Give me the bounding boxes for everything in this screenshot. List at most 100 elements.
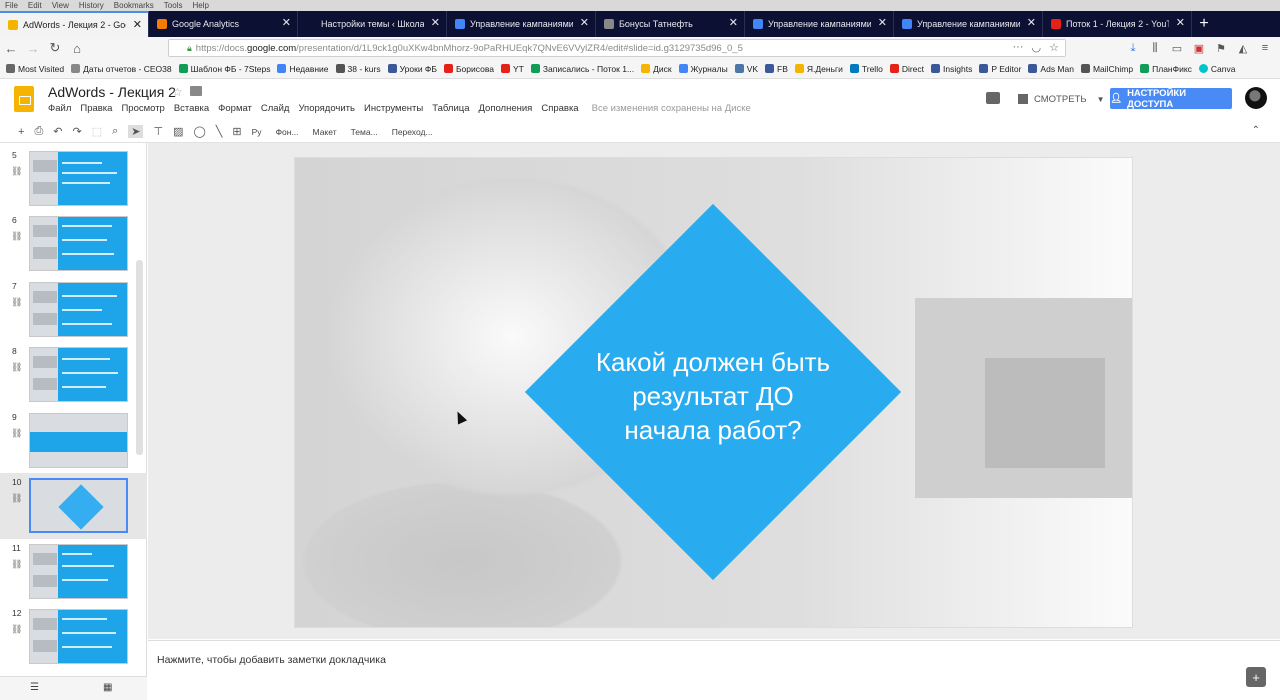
os-menu-bookmarks[interactable]: Bookmarks [109,0,159,11]
explore-icon[interactable]: + [1246,667,1266,687]
shape-icon[interactable]: ◯ [193,125,205,138]
browser-tab[interactable]: Google Analytics ✕ [149,11,298,37]
speaker-notes[interactable]: Нажмите, чтобы добавить заметки докладчи… [148,640,1280,700]
bookmark-item[interactable]: Insights [931,64,972,74]
menu-edit[interactable]: Правка [80,103,112,114]
slide-text[interactable]: Какой должен быть результат ДО начала ра… [560,345,866,447]
browser-tab[interactable]: Настройки темы ‹ Школа выжив ✕ [298,11,447,37]
reload-button[interactable]: ↻ [44,37,66,59]
address-bar[interactable]: 🔒︎ https://docs.google.com/presentation/… [168,39,1066,57]
bookmark-item[interactable]: 38 - kurs [335,64,381,74]
pocket-icon[interactable]: ◡ [1032,41,1042,54]
os-menu-view[interactable]: View [47,0,74,11]
theme-button[interactable]: Тема... [351,127,378,137]
library-icon[interactable]: ⫼ [1146,42,1164,55]
new-slide-icon[interactable]: + [18,126,24,138]
page-actions-icon[interactable]: ··· [1013,41,1024,54]
menu-insert[interactable]: Вставка [174,103,209,114]
menu-file[interactable]: Файл [48,103,71,114]
slide-thumbnail[interactable]: 7 ⛓︎ [0,277,147,343]
menu-tools[interactable]: Инструменты [364,103,423,114]
bookmark-item[interactable]: Canva [1198,64,1235,74]
menu-help[interactable]: Справка [541,103,578,114]
tab-close-icon[interactable]: ✕ [580,17,589,29]
menu-icon[interactable]: ≡ [1256,42,1274,54]
menu-arrange[interactable]: Упорядочить [298,103,355,114]
slide-thumbnail[interactable]: 9 ⛓︎ [0,408,147,474]
redo-icon[interactable]: ↷ [72,125,81,138]
filmstrip-scrollbar[interactable] [136,260,143,455]
input-tools[interactable]: Ру [252,127,262,137]
tab-close-icon[interactable]: ✕ [1027,17,1036,29]
forward-button[interactable]: → [22,37,44,59]
back-button[interactable]: ← [0,37,22,59]
bookmark-item[interactable]: Шаблон ФБ - 7Steps [178,64,270,74]
bookmark-item[interactable]: Я.Деньги [794,64,843,74]
bookmark-item[interactable]: Журналы [678,64,728,74]
home-button[interactable]: ⌂ [66,37,88,59]
extension-icon[interactable]: ▣ [1190,42,1208,55]
folder-icon[interactable] [190,86,202,96]
tab-close-icon[interactable]: ✕ [878,17,887,29]
menu-addons[interactable]: Дополнения [479,103,533,114]
zoom-icon[interactable]: ⌕ [112,125,118,138]
browser-tab[interactable]: Управление кампаниями – Go ✕ [745,11,894,37]
bookmark-item[interactable]: FB [765,64,788,74]
os-menu-edit[interactable]: Edit [23,0,47,11]
avatar[interactable] [1245,87,1267,109]
bookmark-item[interactable]: Борисова [443,64,494,74]
browser-tab[interactable]: Бонусы Татнефть ✕ [596,11,745,37]
download-icon[interactable]: ⤓ [1124,42,1142,55]
tab-close-icon[interactable]: ✕ [431,17,440,29]
bookmark-item[interactable]: Most Visited [6,64,64,74]
tab-close-icon[interactable]: ✕ [1176,17,1185,29]
os-menu-help[interactable]: Help [187,0,213,11]
list-view-icon[interactable]: ☰ [30,682,39,693]
bookmark-item[interactable]: MailChimp [1080,64,1133,74]
browser-tab[interactable]: Поток 1 - Лекция 2 - YouTube ✕ [1043,11,1192,37]
bookmark-item[interactable]: ПланФикс [1140,64,1192,74]
chevron-down-icon[interactable]: ▼ [1097,95,1105,104]
text-box-icon[interactable]: ⊤ [153,125,163,138]
menu-format[interactable]: Формат [218,103,252,114]
browser-tab[interactable]: Управление кампаниями – Go ✕ [447,11,596,37]
bookmark-item[interactable]: Уроки ФБ [387,64,437,74]
bookmark-item[interactable]: Недавние [277,64,329,74]
new-tab-button[interactable]: + [1192,11,1216,37]
os-menu-file[interactable]: File [0,0,23,11]
layout-button[interactable]: Макет [313,127,337,137]
bookmark-star-icon[interactable]: ☆ [1049,41,1059,54]
bookmark-item[interactable]: Direct [889,64,924,74]
document-title[interactable]: AdWords - Лекция 2 [48,84,176,100]
bookmark-item[interactable]: Записались - Поток 1... [530,64,634,74]
shield-icon[interactable]: ◭ [1234,42,1252,55]
grid-view-icon[interactable]: ▦ [103,682,112,693]
bookmark-item[interactable]: VK [734,64,758,74]
paint-format-icon[interactable]: ⬚ [92,125,102,138]
sidebar-icon[interactable]: ▭ [1168,42,1186,55]
tab-close-icon[interactable]: ✕ [133,19,142,31]
slide-thumbnail[interactable]: 8 ⛓︎ [0,342,147,408]
bookmark-item[interactable]: P Editor [979,64,1021,74]
present-button[interactable]: СМОТРЕТЬ ▼ [1018,89,1105,109]
bookmark-item[interactable]: Trello [849,64,883,74]
os-menu-history[interactable]: History [74,0,109,11]
slide-thumbnail[interactable]: 6 ⛓︎ [0,211,147,277]
slide-thumbnail[interactable]: 12 ⛓︎ [0,604,147,670]
slide-thumbnail[interactable]: 11 ⛓︎ [0,539,147,605]
browser-tab[interactable]: Управление кампаниями – Go ✕ [894,11,1043,37]
menu-slide[interactable]: Слайд [261,103,290,114]
background-button[interactable]: Фон... [276,127,299,137]
bookmark-item[interactable]: Даты отчетов - CEO38 [71,64,172,74]
select-icon[interactable]: ➤ [128,125,144,138]
menu-table[interactable]: Таблица [432,103,469,114]
collapse-toolbar-icon[interactable]: ⌃ [1252,125,1260,136]
image-icon[interactable]: ▨ [173,125,183,138]
transition-button[interactable]: Переход... [392,127,433,137]
tab-close-icon[interactable]: ✕ [282,17,291,29]
undo-icon[interactable]: ↶ [53,125,62,138]
bookmark-item[interactable]: YT [500,64,524,74]
bookmark-item[interactable]: Ads Man [1028,64,1074,74]
slides-logo-icon[interactable] [14,86,34,112]
notification-icon[interactable]: ⚑ [1212,42,1230,55]
